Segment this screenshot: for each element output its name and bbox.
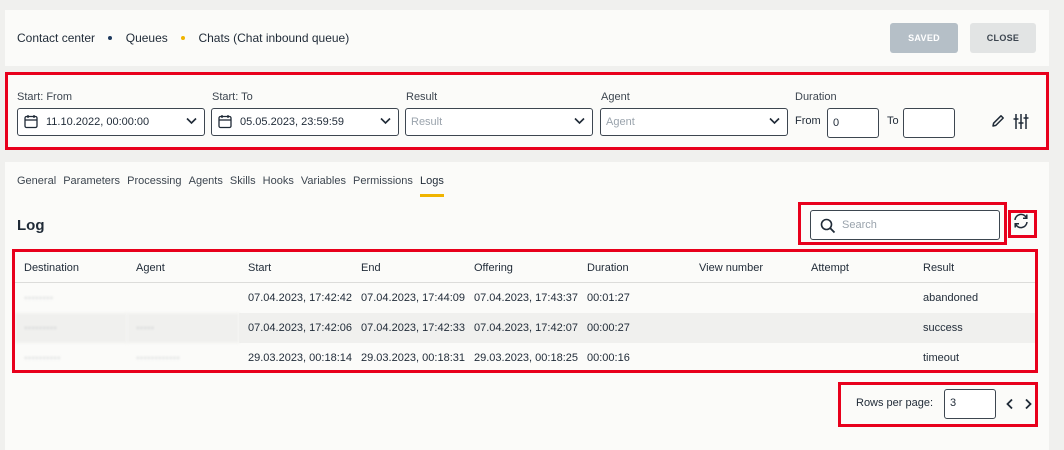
duration-to-input[interactable] [903,108,955,138]
calendar-icon [24,115,38,129]
refresh-icon[interactable] [1012,212,1030,230]
saved-button[interactable]: SAVED [890,23,958,53]
cell-duration: 00:00:27 [578,313,690,343]
tab-hooks[interactable]: Hooks [263,175,294,194]
rows-per-page-label: Rows per page: [856,397,934,409]
tab-processing[interactable]: Processing [127,175,181,194]
result-filter-select[interactable]: Result [405,108,593,136]
column-header[interactable]: Result [914,254,1035,283]
rows-per-page-input[interactable]: 3 [944,389,996,419]
result-filter-placeholder: Result [411,116,443,128]
cell-start: 07.04.2023, 17:42:42 [248,292,352,304]
cell-result: timeout [923,352,960,364]
cell-agent [127,283,239,314]
breadcrumb-queues[interactable]: Queues [126,31,168,45]
chevron-down-icon [186,117,197,125]
cell-end: 29.03.2023, 00:18:31 [361,352,465,364]
breadcrumb-contact-center[interactable]: Contact center [17,31,95,45]
cell-start: 07.04.2023, 17:42:06 [239,313,352,343]
start-to-value: 05.05.2023, 23:59:59 [240,116,344,128]
cell-offering: 07.04.2023, 17:42:07 [465,313,578,343]
start-from-label: Start: From [17,91,73,103]
duration-to-label: To [887,115,899,127]
breadcrumb-separator [181,35,186,40]
start-to-label: Start: To [212,91,253,103]
filters-panel: Start: From 11.10.2022, 00:00:00 Start: … [5,74,1049,148]
result-filter-label: Result [406,91,438,103]
cell-destination: ········· [15,313,127,343]
cell-duration: 00:00:16 [587,352,630,364]
agent-filter-select[interactable]: Agent [600,108,788,136]
column-header[interactable]: Agent [127,254,239,283]
cell-destination: ········ [24,292,54,304]
start-to-picker[interactable]: 05.05.2023, 23:59:59 [211,108,399,136]
cell-agent: ············ [136,352,180,364]
cell-result: abandoned [923,292,979,304]
table-row[interactable]: ········· ····· 07.04.2023, 17:42:06 07.… [15,313,1035,343]
column-header[interactable]: Destination [15,254,127,283]
column-header[interactable]: End [352,254,465,283]
tab-agents[interactable]: Agents [189,175,223,194]
agent-filter-label: Agent [601,91,630,103]
tab-permissions[interactable]: Permissions [353,175,413,194]
cell-attempt [802,313,914,343]
tab-skills[interactable]: Skills [230,175,256,194]
column-header[interactable]: Offering [465,254,578,283]
tab-parameters[interactable]: Parameters [63,175,120,194]
pencil-icon[interactable] [990,113,1006,129]
chevron-down-icon [574,117,585,125]
log-title: Log [17,217,45,234]
breadcrumb-current-page: Chats (Chat inbound queue) [198,30,350,45]
cell-view-number [690,283,802,314]
table-row[interactable]: ········ 07.04.2023, 17:42:42 07.04.2023… [15,283,1035,314]
cell-start: 29.03.2023, 00:18:14 [248,352,352,364]
chevron-right-icon[interactable] [1023,398,1033,410]
cell-view-number [690,313,802,343]
column-header[interactable]: Duration [578,254,690,283]
agent-filter-placeholder: Agent [606,116,635,128]
chevron-left-icon[interactable] [1005,398,1015,410]
chevron-down-icon [380,117,391,125]
search-input[interactable]: Search [810,210,1000,240]
column-header[interactable]: Attempt [802,254,914,283]
header-bar: Contact center Queues Chats (Chat inboun… [5,10,1049,66]
cell-agent: ····· [127,313,239,343]
cell-end: 07.04.2023, 17:42:33 [352,313,465,343]
tab-variables[interactable]: Variables [301,175,346,194]
cell-offering: 07.04.2023, 17:43:37 [474,292,578,304]
cell-attempt [802,343,914,373]
tab-general[interactable]: General [17,175,56,194]
logs-panel: General Parameters Processing Agents Ski… [5,162,1049,450]
cell-view-number [690,343,802,373]
calendar-icon [218,115,232,129]
log-table: Destination Agent Start End Offering Dur… [15,254,1035,373]
table-header-row: Destination Agent Start End Offering Dur… [15,254,1035,283]
duration-from-label: From [795,115,821,127]
table-row[interactable]: ·········· ············ 29.03.2023, 00:1… [15,343,1035,373]
search-icon [820,218,836,234]
duration-label: Duration [795,91,837,103]
column-header[interactable]: View number [690,254,802,283]
cell-attempt [802,283,914,314]
chevron-down-icon [769,117,780,125]
tab-bar: General Parameters Processing Agents Ski… [17,175,448,197]
cell-end: 07.04.2023, 17:44:09 [361,292,465,304]
start-from-value: 11.10.2022, 00:00:00 [46,116,150,128]
close-button[interactable]: CLOSE [970,23,1036,53]
duration-from-input[interactable]: 0 [827,108,879,138]
breadcrumb-separator [108,35,113,40]
cell-offering: 29.03.2023, 00:18:25 [474,352,578,364]
column-header[interactable]: Start [239,254,352,283]
sliders-icon[interactable] [1013,113,1029,130]
cell-result: success [914,313,1035,343]
cell-destination: ·········· [24,352,61,364]
start-from-picker[interactable]: 11.10.2022, 00:00:00 [17,108,205,136]
search-placeholder: Search [842,219,877,231]
cell-duration: 00:01:27 [587,292,630,304]
tab-logs[interactable]: Logs [419,175,444,197]
breadcrumb: Contact center Queues Chats (Chat inboun… [17,30,349,45]
